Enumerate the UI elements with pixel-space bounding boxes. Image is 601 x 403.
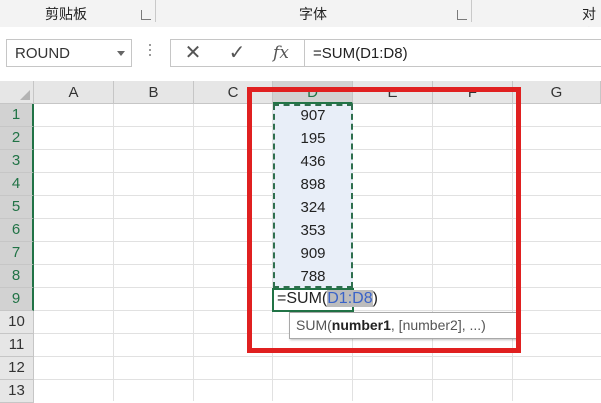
clipboard-launcher-icon[interactable] [141,10,151,20]
row-header-6[interactable]: 6 [0,219,34,242]
row-header-8[interactable]: 8 [0,265,34,288]
grip-dots-icon[interactable] [149,44,152,59]
formula-text: =SUM(D1:D8) [313,45,408,62]
font-group-label: 字体 [299,6,327,22]
clipboard-group-label: 剪贴板 [45,6,87,22]
row-header-11[interactable]: 11 [0,334,34,357]
row-header-2[interactable]: 2 [0,127,34,150]
ribbon-separator [155,0,156,22]
name-box-value: ROUND [15,45,70,62]
gridline [113,104,114,401]
gridline [34,356,601,357]
enter-check-icon[interactable]: ✓ [217,40,257,66]
column-header-a[interactable]: A [34,81,114,104]
cancel-icon[interactable]: ✕ [173,40,213,66]
gridline [34,379,601,380]
gridline [193,104,194,401]
formula-input[interactable]: =SUM(D1:D8) [304,39,601,67]
insert-function-icon[interactable]: fx [261,40,301,66]
row-header-9[interactable]: 9 [0,288,34,311]
ribbon-separator [471,0,472,22]
column-header-g[interactable]: G [513,81,601,104]
row-header-7[interactable]: 7 [0,242,34,265]
row-header-4[interactable]: 4 [0,173,34,196]
column-header-b[interactable]: B [114,81,194,104]
row-header-5[interactable]: 5 [0,196,34,219]
red-highlight-box [247,87,521,353]
chevron-down-icon[interactable] [117,51,125,56]
font-launcher-icon[interactable] [457,10,467,20]
row-header-13[interactable]: 13 [0,380,34,403]
row-header-12[interactable]: 12 [0,357,34,380]
ribbon-group-bar: 剪贴板 字体 对齐 [0,0,601,42]
formula-bar: ROUND ✕ ✓ fx =SUM(D1:D8) [0,27,601,81]
name-box[interactable]: ROUND [6,39,132,67]
row-header-3[interactable]: 3 [0,150,34,173]
row-header-1[interactable]: 1 [0,104,34,127]
row-header-10[interactable]: 10 [0,311,34,334]
select-all-corner[interactable] [0,81,34,104]
formula-buttons: ✕ ✓ fx [170,39,304,67]
